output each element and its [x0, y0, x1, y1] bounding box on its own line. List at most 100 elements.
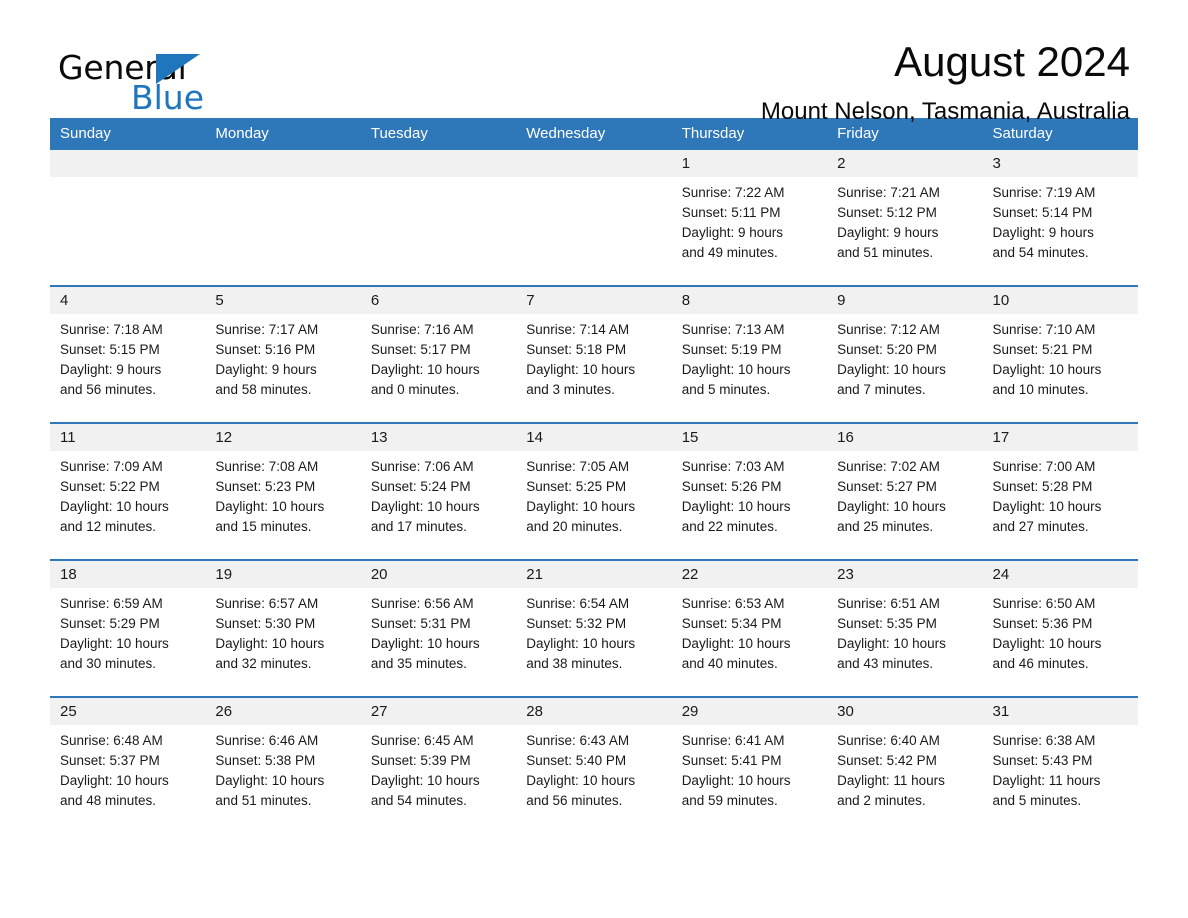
- calendar-day-cell[interactable]: 13 Sunrise: 7:06 AM Sunset: 5:24 PM Dayligh…: [360, 422, 517, 560]
- day-number: 3: [982, 150, 1138, 177]
- day-number: [205, 150, 361, 177]
- daylight-text-line1: Daylight: 9 hours: [992, 225, 1094, 240]
- day-number: 4: [50, 287, 206, 314]
- daylight-text-line1: Daylight: 10 hours: [370, 362, 480, 377]
- generalblue-logo[interactable]: General Blue: [58, 48, 318, 118]
- daylight-text-line2: and 12 minutes.: [60, 519, 157, 534]
- day-number: 5: [205, 287, 361, 314]
- calendar-day-cell[interactable]: 21 Sunrise: 6:54 AM Sunset: 5:32 PM Dayligh…: [516, 559, 672, 697]
- calendar-day-cell[interactable]: 30 Sunrise: 6:40 AM Sunset: 5:42 PM Dayligh…: [827, 696, 983, 833]
- daylight-text-line2: and 58 minutes.: [215, 382, 312, 397]
- calendar-day-cell[interactable]: 25 Sunrise: 6:48 AM Sunset: 5:37 PM Dayligh…: [50, 696, 206, 833]
- daylight-text-line1: Daylight: 10 hours: [992, 499, 1102, 514]
- daylight-text-line1: Daylight: 10 hours: [526, 773, 636, 788]
- calendar-day-cell[interactable]: 29 Sunrise: 6:41 AM Sunset: 5:41 PM Dayligh…: [671, 696, 828, 833]
- sunset-text: Sunset: 5:28 PM: [992, 479, 1093, 494]
- sunrise-text: Sunrise: 7:21 AM: [837, 185, 940, 200]
- daylight-text-line1: Daylight: 10 hours: [681, 636, 791, 651]
- calendar-day-cell[interactable]: 6 Sunrise: 7:16 AM Sunset: 5:17 PM Daylight…: [360, 285, 517, 423]
- daylight-text-line2: and 56 minutes.: [526, 793, 623, 808]
- sunrise-text: Sunrise: 7:17 AM: [215, 322, 319, 337]
- calendar-week-row: 1 Sunrise: 7:22 AM Sunset: 5:11 PM Daylight…: [50, 150, 1138, 286]
- calendar-day-cell[interactable]: 2 Sunrise: 7:21 AM Sunset: 5:12 PM Daylight…: [827, 150, 983, 286]
- daylight-text-line2: and 2 minutes.: [837, 793, 926, 808]
- day-details: Sunrise: 7:03 AM Sunset: 5:26 PM Daylight:…: [672, 451, 827, 537]
- daylight-text-line1: Daylight: 10 hours: [526, 499, 636, 514]
- day-number: 14: [516, 424, 672, 451]
- calendar-day-cell-empty: [360, 150, 517, 286]
- day-details: Sunrise: 7:13 AM Sunset: 5:19 PM Daylight:…: [672, 314, 827, 400]
- calendar-day-cell[interactable]: 27 Sunrise: 6:45 AM Sunset: 5:39 PM Dayligh…: [360, 696, 517, 833]
- calendar-day-cell[interactable]: 18 Sunrise: 6:59 AM Sunset: 5:29 PM Dayligh…: [50, 559, 206, 697]
- daylight-text-line1: Daylight: 10 hours: [992, 362, 1102, 377]
- weekday-header-monday: Monday: [205, 118, 361, 150]
- day-details: Sunrise: 6:46 AM Sunset: 5:38 PM Daylight:…: [205, 725, 360, 811]
- sunset-text: Sunset: 5:20 PM: [837, 342, 937, 357]
- daylight-text-line1: Daylight: 10 hours: [370, 499, 480, 514]
- day-number: 11: [50, 424, 206, 451]
- sunrise-text: Sunrise: 6:48 AM: [60, 733, 163, 748]
- day-details: Sunrise: 7:05 AM Sunset: 5:25 PM Daylight:…: [516, 451, 671, 537]
- day-number: 24: [982, 561, 1138, 588]
- day-number: 13: [360, 424, 517, 451]
- calendar-day-cell[interactable]: 24 Sunrise: 6:50 AM Sunset: 5:36 PM Dayligh…: [982, 559, 1138, 697]
- daylight-text-line2: and 40 minutes.: [681, 656, 778, 671]
- calendar-day-cell[interactable]: 12 Sunrise: 7:08 AM Sunset: 5:23 PM Dayligh…: [205, 422, 361, 560]
- day-details: Sunrise: 7:22 AM Sunset: 5:11 PM Daylight:…: [672, 177, 827, 263]
- calendar-day-cell[interactable]: 9 Sunrise: 7:12 AM Sunset: 5:20 PM Daylight…: [827, 285, 983, 423]
- calendar-day-cell[interactable]: 23 Sunrise: 6:51 AM Sunset: 5:35 PM Dayligh…: [827, 559, 983, 697]
- calendar-day-cell[interactable]: 26 Sunrise: 6:46 AM Sunset: 5:38 PM Dayligh…: [205, 696, 361, 833]
- daylight-text-line1: Daylight: 10 hours: [215, 499, 325, 514]
- sunset-text: Sunset: 5:35 PM: [837, 616, 937, 631]
- sunrise-text: Sunrise: 6:53 AM: [681, 596, 785, 611]
- day-number: 8: [671, 287, 828, 314]
- sunset-text: Sunset: 5:39 PM: [370, 753, 471, 768]
- daylight-text-line1: Daylight: 10 hours: [992, 636, 1102, 651]
- calendar-day-cell[interactable]: 19 Sunrise: 6:57 AM Sunset: 5:30 PM Dayligh…: [205, 559, 361, 697]
- calendar-day-cell[interactable]: 7 Sunrise: 7:14 AM Sunset: 5:18 PM Daylight…: [516, 285, 672, 423]
- calendar-day-cell[interactable]: 8 Sunrise: 7:13 AM Sunset: 5:19 PM Daylight…: [671, 285, 828, 423]
- calendar-day-cell[interactable]: 22 Sunrise: 6:53 AM Sunset: 5:34 PM Dayligh…: [671, 559, 828, 697]
- day-number: 19: [205, 561, 361, 588]
- calendar-day-cell[interactable]: 28 Sunrise: 6:43 AM Sunset: 5:40 PM Dayligh…: [516, 696, 672, 833]
- calendar-day-cell[interactable]: 4 Sunrise: 7:18 AM Sunset: 5:15 PM Daylight…: [50, 285, 206, 423]
- calendar-day-cell[interactable]: 31 Sunrise: 6:38 AM Sunset: 5:43 PM Dayligh…: [982, 696, 1138, 833]
- calendar-day-cell[interactable]: 14 Sunrise: 7:05 AM Sunset: 5:25 PM Dayligh…: [516, 422, 672, 560]
- daylight-text-line2: and 54 minutes.: [370, 793, 467, 808]
- page-subtitle: Mount Nelson, Tasmania, Australia: [760, 98, 1130, 126]
- calendar-day-cell[interactable]: 5 Sunrise: 7:17 AM Sunset: 5:16 PM Daylight…: [205, 285, 361, 423]
- calendar-day-cell[interactable]: 20 Sunrise: 6:56 AM Sunset: 5:31 PM Dayligh…: [360, 559, 517, 697]
- day-number: 28: [516, 698, 672, 725]
- day-details: Sunrise: 6:57 AM Sunset: 5:30 PM Daylight:…: [205, 588, 360, 674]
- daylight-text-line2: and 43 minutes.: [837, 656, 934, 671]
- day-number: 2: [827, 150, 983, 177]
- daylight-text-line1: Daylight: 10 hours: [370, 773, 480, 788]
- calendar-day-cell[interactable]: 16 Sunrise: 7:02 AM Sunset: 5:27 PM Dayligh…: [827, 422, 983, 560]
- calendar-day-cell[interactable]: 11 Sunrise: 7:09 AM Sunset: 5:22 PM Dayligh…: [50, 422, 206, 560]
- day-number: 31: [982, 698, 1138, 725]
- sunrise-text: Sunrise: 6:57 AM: [215, 596, 319, 611]
- calendar-day-cell[interactable]: 3 Sunrise: 7:19 AM Sunset: 5:14 PM Daylight…: [982, 150, 1138, 286]
- day-details: Sunrise: 6:50 AM Sunset: 5:36 PM Daylight:…: [983, 588, 1138, 674]
- sunset-text: Sunset: 5:36 PM: [992, 616, 1093, 631]
- daylight-text-line2: and 46 minutes.: [992, 656, 1089, 671]
- sunrise-text: Sunrise: 6:46 AM: [215, 733, 319, 748]
- day-number: 23: [827, 561, 983, 588]
- day-details: Sunrise: 7:19 AM Sunset: 5:14 PM Daylight:…: [983, 177, 1138, 263]
- calendar-day-cell[interactable]: 10 Sunrise: 7:10 AM Sunset: 5:21 PM Dayligh…: [982, 285, 1138, 423]
- calendar-page: General Blue August 2024 Mount Nelson, T…: [0, 0, 1188, 918]
- sunset-text: Sunset: 5:21 PM: [992, 342, 1093, 357]
- calendar-week-row: 18 Sunrise: 6:59 AM Sunset: 5:29 PM Dayligh…: [50, 559, 1138, 697]
- sunset-text: Sunset: 5:22 PM: [60, 479, 160, 494]
- day-details: Sunrise: 6:56 AM Sunset: 5:31 PM Daylight:…: [361, 588, 516, 674]
- daylight-text-line1: Daylight: 10 hours: [526, 636, 636, 651]
- sunrise-text: Sunrise: 6:45 AM: [370, 733, 474, 748]
- sunset-text: Sunset: 5:31 PM: [370, 616, 471, 631]
- sunset-text: Sunset: 5:43 PM: [992, 753, 1093, 768]
- sunset-text: Sunset: 5:23 PM: [215, 479, 316, 494]
- calendar-day-cell[interactable]: 17 Sunrise: 7:00 AM Sunset: 5:28 PM Dayligh…: [982, 422, 1138, 560]
- calendar-day-cell[interactable]: 15 Sunrise: 7:03 AM Sunset: 5:26 PM Dayligh…: [671, 422, 828, 560]
- calendar-day-cell[interactable]: 1 Sunrise: 7:22 AM Sunset: 5:11 PM Daylight…: [671, 150, 828, 286]
- day-details: Sunrise: 7:17 AM Sunset: 5:16 PM Daylight:…: [205, 314, 360, 400]
- daylight-text-line1: Daylight: 10 hours: [60, 499, 169, 514]
